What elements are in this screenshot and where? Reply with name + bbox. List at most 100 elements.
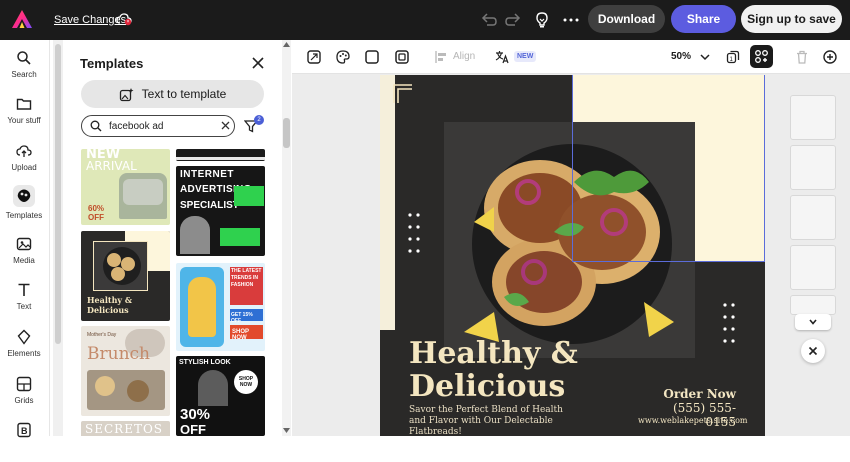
search-icon [90,120,102,132]
shape-icon[interactable] [365,50,379,64]
template-thumb-strip[interactable] [176,149,265,161]
zoom-level[interactable]: 50% [671,51,691,62]
template-thumb-stylish-look[interactable]: STYLISH LOOK SHOP NOW 30% OFF [176,356,265,436]
rail-item-grids[interactable]: Grids [0,376,48,416]
selection-line [572,75,573,262]
grids-icon [16,376,32,392]
rail-item-search[interactable]: Search [0,50,48,90]
rail-item-media[interactable]: Media [0,236,48,276]
rail-label: Text [16,302,32,311]
sparkle-image-icon [119,87,134,101]
left-rail: Search Your stuff Upload Templates Media… [0,40,50,438]
rail-item-upload[interactable]: Upload [0,143,48,183]
templates-icon [17,189,31,202]
corner-ornament-top [393,84,412,103]
filter-count-badge: 2 [254,115,264,125]
upload-icon [16,145,32,157]
poster-website[interactable]: www.weblakepets.site.com [638,416,748,425]
chevron-down-icon[interactable] [698,50,712,64]
edit-toolbar: Align NEW 50% 1 [292,40,850,74]
folder-icon [16,98,32,110]
download-button[interactable]: Download [588,5,665,33]
rail-label: Your stuff [7,116,41,125]
page-thumb[interactable] [790,245,836,290]
rail-label: Media [13,256,35,265]
rail-item-brand[interactable]: B [0,422,48,462]
poster-order-now[interactable]: Order Now [660,387,736,401]
template-grid: NEW ARRIVAL 60% OFF INTERNET ADVERTISING… [81,149,266,436]
rail-scrollbar[interactable] [53,40,63,436]
rail-label: Grids [14,396,34,405]
page-thumb[interactable] [790,295,836,315]
page-thumb[interactable] [790,145,836,190]
poster-subtitle[interactable]: Savor the Perfect Blend of Health and Fl… [409,405,579,436]
resize-icon[interactable] [307,50,321,64]
align-label[interactable]: Align [453,51,475,62]
page-thumb[interactable] [790,95,836,140]
flatbread-illustration [444,122,695,358]
translate-icon[interactable] [495,50,509,64]
sign-up-button[interactable]: Sign up to save [741,5,842,33]
dot-pattern [408,213,420,253]
selection-line [572,261,765,262]
rail-item-your-stuff[interactable]: Your stuff [0,96,48,136]
cream-stripe [380,75,395,330]
design-canvas[interactable]: Healthy & Delicious Savor the Perfect Bl… [380,75,765,436]
clear-search-icon[interactable] [221,121,230,130]
text-to-template-label: Text to template [141,87,227,101]
add-page-icon[interactable] [823,50,837,64]
search-input[interactable] [109,118,209,134]
rail-label: Templates [5,211,43,220]
collapse-pages-button[interactable] [795,314,831,330]
close-icon[interactable] [251,56,265,70]
undo-icon[interactable] [480,11,498,29]
selection-line [764,75,765,262]
rail-label: Search [11,70,37,79]
rail-label: Elements [7,349,41,358]
layers-icon [755,50,768,63]
close-pages-button[interactable] [801,339,825,363]
templates-panel: Templates Text to template 2 NEW ARRIVAL… [64,40,282,436]
close-icon [808,346,818,356]
new-badge: NEW [514,51,537,62]
template-search [81,115,235,137]
hint-icon[interactable] [533,11,551,29]
top-bar: Save Changes Download Share Sign up to s… [0,0,850,40]
template-thumb-fashion[interactable]: THE LATEST TRENDS IN FASHION GET 15% OFF… [176,263,265,351]
template-thumb-internet-advertising[interactable]: INTERNET ADVERTISING SPECIALIST [176,166,265,256]
rail-item-templates[interactable]: Templates [0,185,48,228]
share-button[interactable]: Share [671,5,736,33]
template-thumb-new-arrival[interactable]: NEW ARRIVAL 60% OFF [81,149,170,225]
elements-icon [17,329,31,345]
duplicate-icon[interactable]: 1 [726,50,740,64]
cloud-alert-icon[interactable] [116,12,132,26]
text-icon [18,283,30,296]
scroll-up-icon[interactable] [283,42,290,47]
poster-title[interactable]: Healthy & Delicious [409,337,578,403]
panel-scrollbar[interactable] [282,40,291,436]
panel-title: Templates [80,56,144,71]
template-thumb-secretos[interactable]: SECRETOS [81,421,170,436]
page-thumb[interactable] [790,195,836,240]
food-photo[interactable] [444,122,695,358]
rail-label: Upload [11,163,37,172]
search-icon [17,51,31,65]
rail-item-text[interactable]: Text [0,282,48,322]
adobe-express-logo[interactable] [11,9,33,29]
rail-item-elements[interactable]: Elements [0,329,48,369]
chevron-down-icon [809,319,817,325]
palette-icon[interactable] [336,50,350,64]
svg-text:B: B [21,426,28,436]
text-to-template-button[interactable]: Text to template [81,80,264,108]
border-icon[interactable] [395,50,409,64]
more-icon[interactable] [562,11,580,29]
dot-pattern [723,303,735,343]
align-icon[interactable] [434,50,448,64]
delete-icon[interactable] [795,50,809,64]
template-thumb-healthy-delicious[interactable]: Healthy & Delicious [81,231,170,321]
redo-icon[interactable] [504,11,522,29]
template-thumb-brunch[interactable]: Mother's Day Brunch [81,326,170,416]
layers-button[interactable] [750,45,773,68]
media-icon [16,237,32,251]
scroll-down-icon[interactable] [283,428,290,433]
